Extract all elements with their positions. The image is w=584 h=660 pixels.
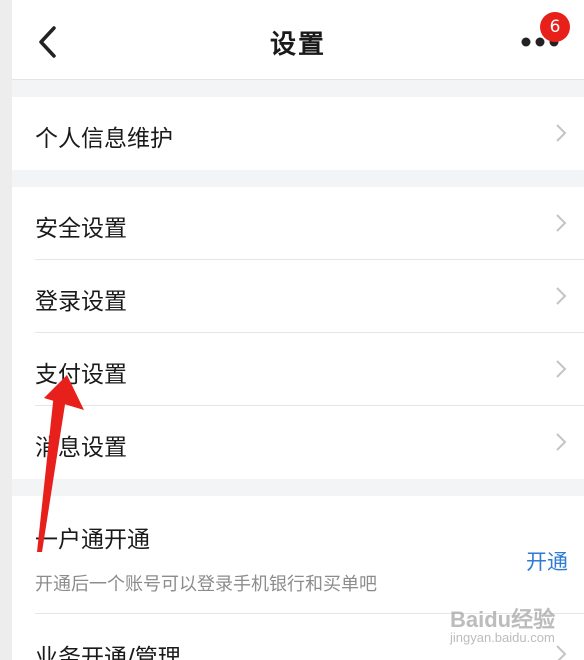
settings-item-payment[interactable]: 支付设置 [12, 333, 584, 406]
chevron-right-icon [556, 287, 567, 305]
watermark-url: jingyan.baidu.com [450, 630, 555, 645]
notification-badge: 6 [540, 12, 570, 42]
settings-item-label: 登录设置 [35, 289, 127, 315]
settings-group-personal: 个人信息维护 [12, 97, 584, 170]
settings-item-label: 个人信息维护 [35, 126, 173, 152]
chevron-right-icon [556, 360, 567, 378]
chevron-right-icon [556, 433, 567, 451]
settings-item-account-link[interactable]: 一户通开通 开通后一个账号可以登录手机银行和买单吧 开通 [12, 496, 584, 614]
settings-item-login[interactable]: 登录设置 [12, 260, 584, 333]
settings-page: 设置 6 个人信息维护 安全设置 登录设置 支付设置 消息设置 一户通开通 开通… [12, 0, 584, 660]
watermark: Baidu经验 jingyan.baidu.com [444, 600, 584, 660]
settings-item-label: 安全设置 [35, 216, 127, 242]
nav-bar: 设置 6 [12, 0, 584, 80]
page-title: 设置 [269, 30, 326, 60]
settings-item-label: 一户通开通 [35, 527, 150, 553]
settings-item-personal-info[interactable]: 个人信息维护 [12, 97, 584, 170]
settings-item-subtitle: 开通后一个账号可以登录手机银行和买单吧 [35, 574, 377, 595]
settings-item-label: 消息设置 [35, 435, 127, 461]
settings-group-security: 安全设置 登录设置 支付设置 消息设置 [12, 187, 584, 479]
settings-item-label: 支付设置 [35, 362, 127, 388]
settings-item-label: 业务开通/管理 [35, 645, 181, 660]
chevron-right-icon [556, 124, 567, 142]
settings-item-message[interactable]: 消息设置 [12, 406, 584, 479]
chevron-right-icon [556, 214, 567, 232]
settings-item-security[interactable]: 安全设置 [12, 187, 584, 260]
activate-link[interactable]: 开通 [526, 546, 568, 576]
